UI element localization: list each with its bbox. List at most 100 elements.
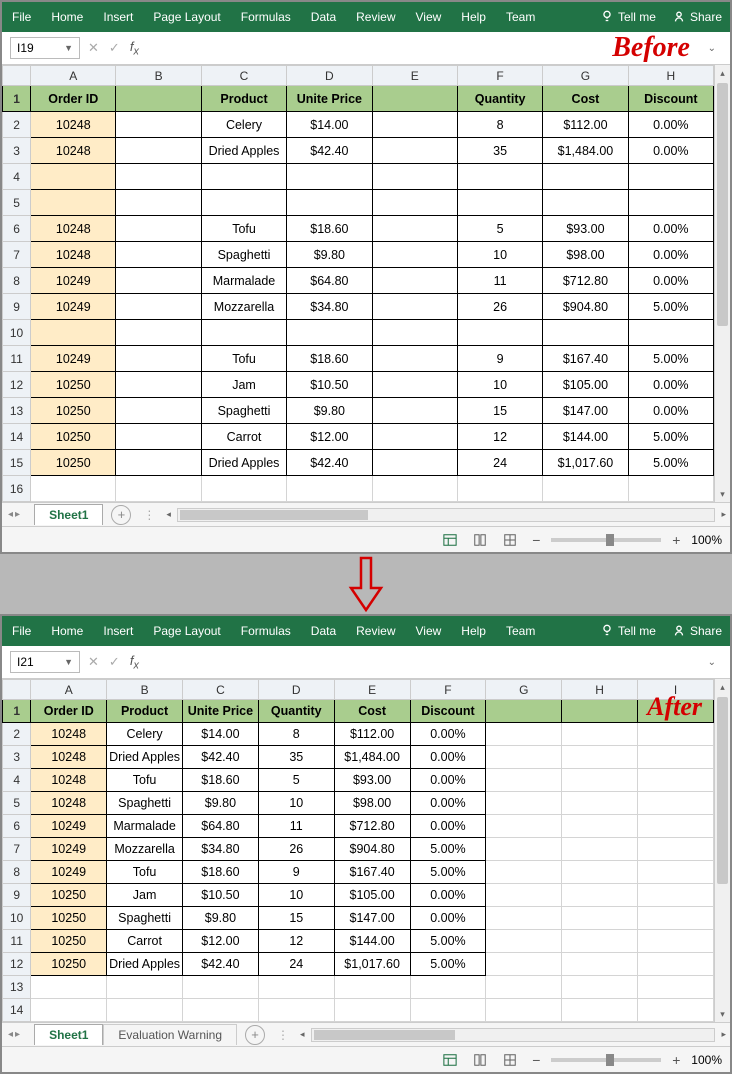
scroll-down-icon[interactable]: ▾ [715, 486, 730, 502]
cell-F6[interactable]: 0.00% [410, 815, 486, 838]
cell-H8[interactable] [562, 861, 638, 884]
vertical-scrollbar[interactable]: ▴ ▾ [714, 65, 730, 502]
view-normal-icon[interactable] [439, 531, 461, 549]
cell-A3[interactable]: 10248 [31, 746, 107, 769]
cell-H13[interactable] [562, 976, 638, 999]
formula-input[interactable] [147, 37, 694, 59]
cell-F1[interactable]: Quantity [457, 86, 542, 112]
cell-E10[interactable] [372, 320, 457, 346]
cell-F2[interactable]: 0.00% [410, 723, 486, 746]
cell-A12[interactable]: 10250 [31, 953, 107, 976]
column-header-B[interactable]: B [107, 680, 183, 700]
cell-F8[interactable]: 11 [457, 268, 542, 294]
cell-B3[interactable] [116, 138, 201, 164]
cell-C9[interactable]: $10.50 [183, 884, 259, 907]
row-header-1[interactable]: 1 [3, 700, 31, 723]
cell-B8[interactable] [116, 268, 201, 294]
zoom-level[interactable]: 100% [691, 533, 722, 547]
cell-G11[interactable] [486, 930, 562, 953]
cell-A16[interactable] [31, 476, 116, 502]
cell-F15[interactable]: 24 [457, 450, 542, 476]
cell-E7[interactable]: $904.80 [334, 838, 410, 861]
cell-C3[interactable]: Dried Apples [201, 138, 286, 164]
cell-D16[interactable] [287, 476, 372, 502]
cell-H9[interactable]: 5.00% [628, 294, 713, 320]
cell-C9[interactable]: Mozzarella [201, 294, 286, 320]
cell-I14[interactable] [638, 999, 714, 1022]
cell-E14[interactable] [334, 999, 410, 1022]
cell-C5[interactable]: $9.80 [183, 792, 259, 815]
vertical-scrollbar[interactable]: ▴ ▾ [714, 679, 730, 1022]
cell-H1[interactable]: Discount [628, 86, 713, 112]
column-header-C[interactable]: C [183, 680, 259, 700]
cell-G1[interactable]: Cost [543, 86, 628, 112]
cell-E13[interactable] [334, 976, 410, 999]
cell-G4[interactable] [486, 769, 562, 792]
cell-D2[interactable]: $14.00 [287, 112, 372, 138]
cell-E4[interactable]: $93.00 [334, 769, 410, 792]
cell-C7[interactable]: Spaghetti [201, 242, 286, 268]
row-header-2[interactable]: 2 [3, 112, 31, 138]
cell-I10[interactable] [638, 907, 714, 930]
column-header-A[interactable]: A [31, 66, 116, 86]
cell-I2[interactable] [638, 723, 714, 746]
cell-F4[interactable] [457, 164, 542, 190]
cell-G7[interactable]: $98.00 [543, 242, 628, 268]
cell-G8[interactable]: $712.80 [543, 268, 628, 294]
cell-E8[interactable] [372, 268, 457, 294]
cell-C1[interactable]: Unite Price [183, 700, 259, 723]
ribbon-tab-file[interactable]: File [2, 624, 41, 638]
cell-D15[interactable]: $42.40 [287, 450, 372, 476]
cell-I6[interactable] [638, 815, 714, 838]
ribbon-tab-team[interactable]: Team [496, 10, 545, 24]
cell-A8[interactable]: 10249 [31, 861, 107, 884]
cell-I8[interactable] [638, 861, 714, 884]
cell-E14[interactable] [372, 424, 457, 450]
cell-D5[interactable] [287, 190, 372, 216]
cell-B5[interactable]: Spaghetti [107, 792, 183, 815]
cell-D13[interactable] [258, 976, 334, 999]
formula-input[interactable] [147, 651, 694, 673]
cell-F10[interactable] [457, 320, 542, 346]
cell-H2[interactable]: 0.00% [628, 112, 713, 138]
cell-C7[interactable]: $34.80 [183, 838, 259, 861]
cell-I12[interactable] [638, 953, 714, 976]
ribbon-tab-home[interactable]: Home [41, 624, 93, 638]
cell-F14[interactable] [410, 999, 486, 1022]
cell-F3[interactable]: 0.00% [410, 746, 486, 769]
cell-E12[interactable] [372, 372, 457, 398]
row-header-8[interactable]: 8 [3, 861, 31, 884]
ribbon-tab-team[interactable]: Team [496, 624, 545, 638]
cell-A1[interactable]: Order ID [31, 700, 107, 723]
cell-H6[interactable] [562, 815, 638, 838]
cell-B12[interactable]: Dried Apples [107, 953, 183, 976]
hscroll-right-icon[interactable]: ▸ [717, 1029, 730, 1040]
cell-B7[interactable]: Mozzarella [107, 838, 183, 861]
cell-B10[interactable] [116, 320, 201, 346]
cell-A14[interactable]: 10250 [31, 424, 116, 450]
share-button[interactable]: Share [664, 624, 730, 638]
cell-A2[interactable]: 10248 [31, 723, 107, 746]
cell-D2[interactable]: 8 [258, 723, 334, 746]
sheet-nav[interactable]: ◂▸ [2, 509, 26, 520]
row-header-8[interactable]: 8 [3, 268, 31, 294]
cell-E13[interactable] [372, 398, 457, 424]
cell-A11[interactable]: 10249 [31, 346, 116, 372]
cell-C1[interactable]: Product [201, 86, 286, 112]
name-box[interactable]: I21▼ [10, 651, 80, 673]
fx-icon[interactable]: fx [130, 39, 139, 58]
scroll-up-icon[interactable]: ▴ [715, 679, 730, 695]
cell-D9[interactable]: 10 [258, 884, 334, 907]
cell-G9[interactable] [486, 884, 562, 907]
cell-D14[interactable]: $12.00 [287, 424, 372, 450]
cell-E5[interactable] [372, 190, 457, 216]
cell-C13[interactable] [183, 976, 259, 999]
ribbon-tab-file[interactable]: File [2, 10, 41, 24]
row-header-4[interactable]: 4 [3, 164, 31, 190]
cell-A4[interactable] [31, 164, 116, 190]
cell-C6[interactable]: Tofu [201, 216, 286, 242]
cell-H2[interactable] [562, 723, 638, 746]
cell-F16[interactable] [457, 476, 542, 502]
cell-E10[interactable]: $147.00 [334, 907, 410, 930]
row-header-6[interactable]: 6 [3, 815, 31, 838]
